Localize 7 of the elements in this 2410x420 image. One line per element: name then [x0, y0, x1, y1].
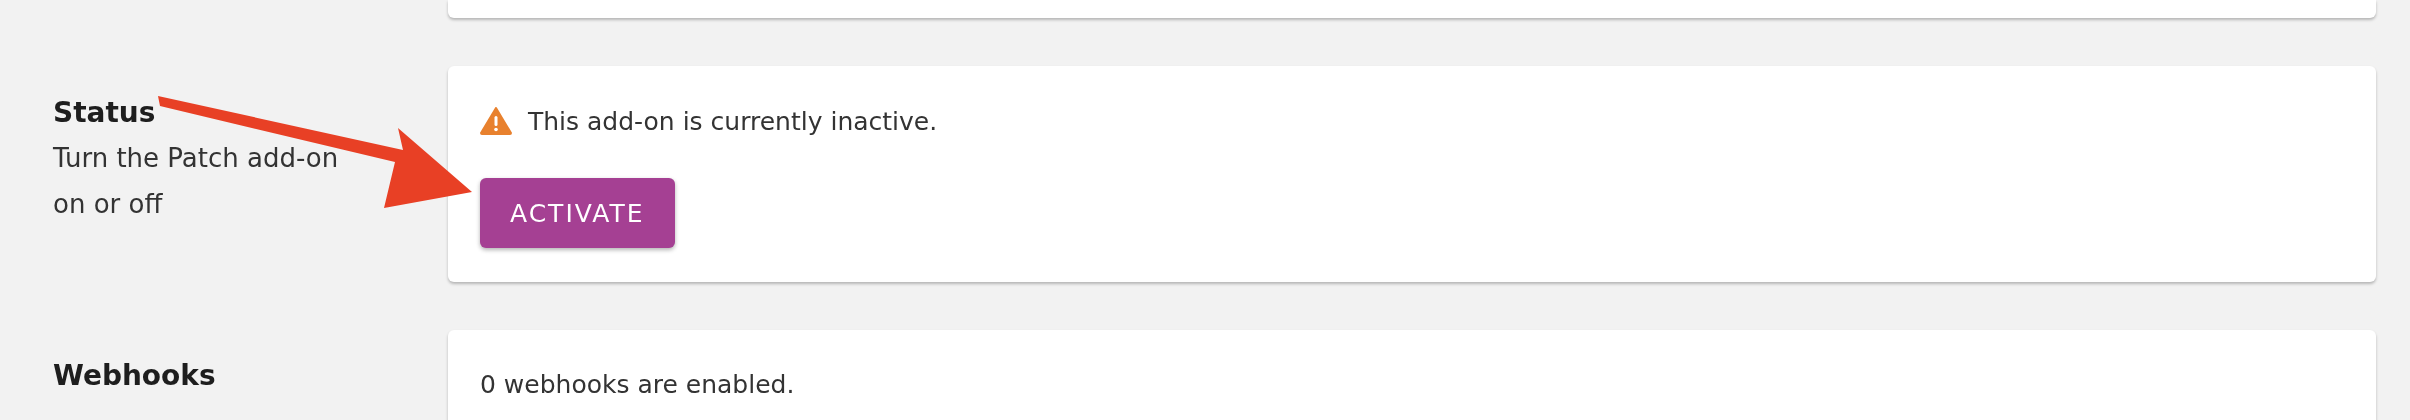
status-text: 0 webhooks are enabled. — [480, 370, 795, 399]
section-description: Turn the Patch add-on on or off — [53, 142, 340, 221]
activate-button[interactable]: ACTIVATE — [480, 178, 675, 248]
section-title: Webhooks — [53, 358, 217, 394]
notice-text: This add-on is currently inactive. — [528, 106, 938, 136]
warning-icon — [480, 107, 512, 135]
section-title: Status — [53, 95, 157, 131]
